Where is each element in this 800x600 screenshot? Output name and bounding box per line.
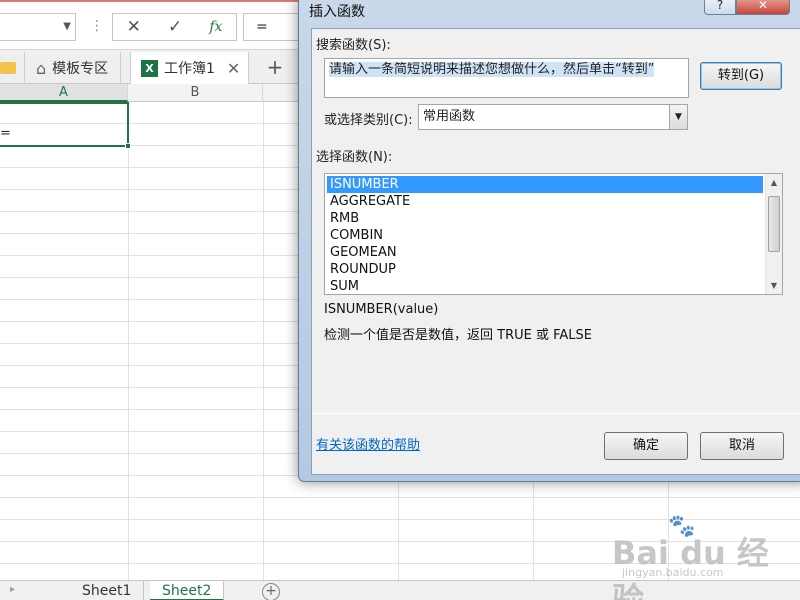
excel-file-icon: X (141, 59, 158, 77)
scroll-down-icon[interactable]: ▼ (766, 277, 782, 294)
chevron-down-icon[interactable]: ▼ (669, 105, 687, 129)
column-header-b[interactable]: B (128, 84, 263, 102)
function-help-link[interactable]: 有关该函数的帮助 (316, 434, 420, 453)
ok-button[interactable]: 确定 (604, 432, 688, 460)
go-button[interactable]: 转到(G) (700, 62, 782, 90)
tab-workbook1[interactable]: X 工作簿1 ✕ (130, 52, 250, 84)
list-item[interactable]: AGGREGATE (327, 193, 763, 210)
tab-workbook1-label: 工作簿1 (164, 61, 215, 77)
fill-handle[interactable] (125, 143, 131, 149)
dialog-body: 搜索函数(S): 请输入一条简短说明来描述您想做什么，然后单击“转到” 转到(G… (311, 28, 800, 475)
add-sheet-icon[interactable]: + (262, 583, 280, 600)
column-header-a[interactable]: A (0, 84, 128, 102)
insert-function-icon[interactable]: fx (209, 19, 222, 35)
cancel-button[interactable]: 取消 (700, 432, 784, 460)
category-label: 或选择类别(C): (324, 113, 413, 128)
name-box[interactable]: ▼ (0, 13, 76, 41)
cancel-entry-icon[interactable]: ✕ (127, 17, 141, 37)
formula-bar-drag-handle-icon[interactable]: ⋮ (90, 18, 104, 34)
new-tab-icon[interactable]: + (262, 52, 288, 82)
folder-icon (0, 62, 16, 74)
divider (312, 413, 800, 414)
tab-folder[interactable] (0, 52, 25, 84)
function-list-scrollbar[interactable]: ▲ ▼ (765, 174, 782, 294)
function-description: 检测一个值是否是数值，返回 TRUE 或 FALSE (324, 328, 592, 343)
function-list[interactable]: ISNUMBER AGGREGATE RMB COMBIN GEOMEAN RO… (324, 173, 783, 295)
select-function-label: 选择函数(N): (316, 150, 393, 165)
list-item[interactable]: ROUNDUP (327, 261, 763, 278)
category-select-value: 常用函数 (423, 109, 476, 124)
help-button[interactable]: ? (704, 0, 736, 15)
list-item[interactable]: COMBIN (327, 227, 763, 244)
function-signature: ISNUMBER(value) (324, 302, 439, 317)
scroll-up-icon[interactable]: ▲ (766, 174, 782, 191)
selected-cell-a1[interactable] (0, 102, 131, 149)
sheet-tab-bar: ▸ Sheet1 Sheet2 + (0, 580, 800, 600)
search-input[interactable]: 请输入一条简短说明来描述您想做什么，然后单击“转到” (324, 58, 689, 98)
close-icon[interactable]: ✕ (736, 0, 790, 15)
scroll-thumb[interactable] (768, 196, 780, 252)
dialog-title: 插入函数 (309, 4, 365, 20)
search-label: 搜索函数(S): (316, 38, 391, 53)
list-item[interactable]: GEOMEAN (327, 244, 763, 261)
search-input-value: 请输入一条简短说明来描述您想做什么，然后单击“转到” (329, 62, 655, 77)
home-icon: ⌂ (36, 58, 47, 78)
sheet-tab-sheet1[interactable]: Sheet1 (70, 581, 145, 600)
tab-template-zone-label: 模板专区 (52, 61, 109, 77)
formula-buttons: ✕ ✓ fx (112, 13, 237, 41)
category-select[interactable]: 常用函数 ▼ (418, 104, 688, 130)
sheet-nav-icon[interactable]: ▸ (10, 584, 15, 595)
close-tab-icon[interactable]: ✕ (227, 59, 240, 78)
list-item[interactable]: RMB (327, 210, 763, 227)
sheet-tab-sheet2[interactable]: Sheet2 (150, 581, 225, 600)
tab-template-zone[interactable]: ⌂ 模板专区 (26, 52, 122, 84)
name-box-dropdown-icon[interactable]: ▼ (63, 21, 71, 32)
list-item[interactable]: ISNUMBER (327, 176, 763, 193)
cell-a1-value: = (0, 126, 11, 141)
insert-function-dialog: 插入函数 ? ✕ 搜索函数(S): 请输入一条简短说明来描述您想做什么，然后单击… (298, 0, 800, 482)
enter-entry-icon[interactable]: ✓ (168, 17, 182, 37)
list-item[interactable]: SUM (327, 278, 763, 294)
